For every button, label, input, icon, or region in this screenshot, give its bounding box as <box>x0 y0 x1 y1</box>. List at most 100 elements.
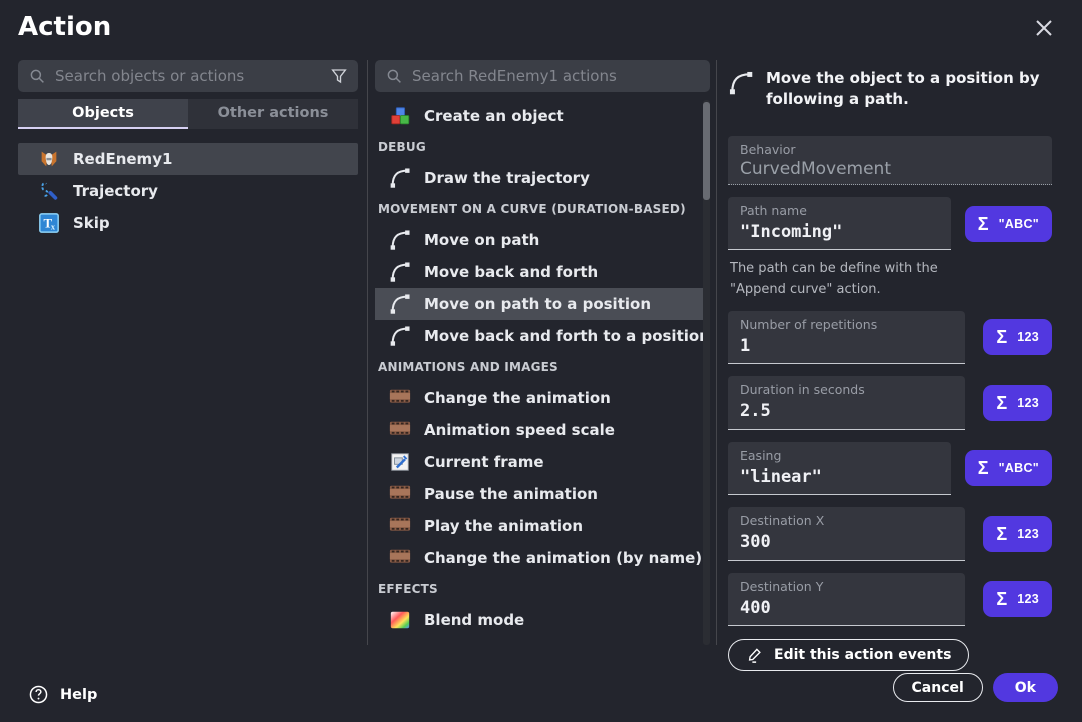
action-item-draw-the-trajectory[interactable]: Draw the trajectory <box>375 162 710 194</box>
film-strip-icon <box>389 547 411 569</box>
parameter-fields: BehaviorCurvedMovementPath name"Incoming… <box>728 136 1052 638</box>
expression-editor-button-duration-in-seconds[interactable]: Σ 123 <box>983 385 1052 421</box>
field-label: Path name <box>740 203 939 220</box>
expression-type-label: 123 <box>1017 396 1039 410</box>
filter-icon[interactable] <box>330 67 348 85</box>
film-strip-icon <box>389 483 411 505</box>
actions-panel: Create an object DEBUGDraw the trajectory… <box>375 60 710 645</box>
actions-search-input[interactable] <box>412 67 700 85</box>
action-item-pause-the-animation[interactable]: Pause the animation <box>375 478 710 510</box>
ok-button[interactable]: Ok <box>993 673 1058 702</box>
expression-editor-button-destination-x[interactable]: Σ 123 <box>983 516 1052 552</box>
object-item-label: RedEnemy1 <box>73 150 172 168</box>
expression-type-label: "ABC" <box>999 217 1039 231</box>
field-value: CurvedMovement <box>740 159 1040 179</box>
curve-icon <box>389 167 411 189</box>
frame-icon <box>389 451 411 473</box>
field-label: Destination Y <box>740 579 953 596</box>
duration-in-seconds-field[interactable]: Duration in seconds2.5 <box>728 376 965 430</box>
section-header-animations-and-images: ANIMATIONS AND IMAGES <box>375 352 710 382</box>
tab-other-actions[interactable]: Other actions <box>188 99 358 129</box>
object-item-label: Skip <box>73 214 110 232</box>
curve-icon <box>389 293 411 315</box>
scrollbar-track <box>703 100 710 645</box>
text-object-icon: Tx <box>38 212 60 234</box>
objects-search[interactable] <box>18 60 358 92</box>
action-item-change-the-animation[interactable]: Change the animation <box>375 382 710 414</box>
help-link[interactable]: Help <box>28 684 97 705</box>
action-item-move-back-and-forth[interactable]: Move back and forth <box>375 256 710 288</box>
expression-type-label: 123 <box>1017 330 1039 344</box>
action-list: Create an object DEBUGDraw the trajectory… <box>375 100 710 645</box>
object-item-redenemy1[interactable]: RedEnemy1 <box>18 143 358 175</box>
destination-y-field[interactable]: Destination Y400 <box>728 573 965 627</box>
cancel-button[interactable]: Cancel <box>893 673 983 702</box>
action-item-label: Current frame <box>424 453 544 471</box>
expression-editor-button-path-name[interactable]: Σ"ABC" <box>965 206 1052 242</box>
dialog-actions: Cancel Ok <box>893 673 1059 702</box>
path-name-field[interactable]: Path name"Incoming" <box>728 197 951 251</box>
field-value: "linear" <box>740 465 939 490</box>
action-item-move-on-path-to-a-position[interactable]: Move on path to a position <box>375 288 710 320</box>
action-item-label: Play the animation <box>424 517 583 535</box>
section-header-effects: EFFECTS <box>375 574 710 604</box>
sigma-icon: Σ <box>996 525 1007 543</box>
field-row-number-of-repetitions: Number of repetitions1 Σ 123 <box>728 311 1052 365</box>
sigma-icon: Σ <box>996 394 1007 412</box>
field-value: 300 <box>740 530 953 555</box>
destination-x-field[interactable]: Destination X300 <box>728 507 965 561</box>
action-item-label: Blend mode <box>424 611 524 629</box>
actions-search[interactable] <box>375 60 710 92</box>
close-icon[interactable] <box>1032 16 1056 40</box>
object-item-label: Trajectory <box>73 182 158 200</box>
action-item-label: Animation speed scale <box>424 421 615 439</box>
dialog-title: Action <box>18 12 111 42</box>
curve-icon <box>389 261 411 283</box>
sigma-icon: Σ <box>978 459 989 477</box>
action-item-move-on-path[interactable]: Move on path <box>375 224 710 256</box>
action-item-change-the-animation-by-name[interactable]: Change the animation (by name) <box>375 542 710 574</box>
action-item-blend-mode[interactable]: Blend mode <box>375 604 710 636</box>
search-icon <box>28 67 46 85</box>
field-value: 400 <box>740 596 953 621</box>
tab-objects[interactable]: Objects <box>18 99 188 129</box>
expression-type-label: "ABC" <box>999 461 1039 475</box>
action-item-label: Move on path to a position <box>424 295 651 313</box>
action-item-create-an-object[interactable]: Create an object <box>375 100 710 132</box>
field-label: Duration in seconds <box>740 382 953 399</box>
panel-divider <box>367 60 368 645</box>
object-item-trajectory[interactable]: Trajectory <box>18 175 358 207</box>
film-strip-icon <box>389 419 411 441</box>
field-label: Number of repetitions <box>740 317 953 334</box>
field-row-easing: Easing"linear" Σ "ABC" <box>728 442 1052 496</box>
section-header-debug: DEBUG <box>375 132 710 162</box>
objects-panel: Objects Other actions RedEnemy1 Trajector… <box>18 60 358 645</box>
action-item-move-back-and-forth-to-a-position[interactable]: Move back and forth to a position <box>375 320 710 352</box>
easing-field[interactable]: Easing"linear" <box>728 442 951 496</box>
action-item-animation-speed-scale[interactable]: Animation speed scale <box>375 414 710 446</box>
field-row-path-name: Path name"Incoming" Σ"ABC" <box>728 197 1052 251</box>
objects-search-input[interactable] <box>55 67 321 85</box>
section-header-movement-on-a-curve-duration-based: MOVEMENT ON A CURVE (DURATION-BASED) <box>375 194 710 224</box>
expression-type-label: 123 <box>1017 592 1039 606</box>
object-item-skip[interactable]: Tx Skip <box>18 207 358 239</box>
sigma-icon: Σ <box>996 328 1007 346</box>
field-helper-text: The path can be define with the "Append … <box>730 259 968 299</box>
expression-editor-button-easing[interactable]: Σ "ABC" <box>965 450 1052 486</box>
action-item-play-the-animation[interactable]: Play the animation <box>375 510 710 542</box>
search-icon <box>385 67 403 85</box>
blend-mode-icon <box>389 609 411 631</box>
number-of-repetitions-field[interactable]: Number of repetitions1 <box>728 311 965 365</box>
action-item-current-frame[interactable]: Current frame <box>375 446 710 478</box>
action-item-label: Create an object <box>424 107 564 125</box>
expression-type-label: 123 <box>1017 527 1039 541</box>
film-strip-icon <box>389 387 411 409</box>
field-value: 1 <box>740 334 953 359</box>
curve-icon <box>728 70 754 96</box>
expression-editor-button-number-of-repetitions[interactable]: Σ 123 <box>983 319 1052 355</box>
scrollbar-thumb[interactable] <box>703 102 710 200</box>
edit-action-events-button[interactable]: Edit this action events <box>728 639 969 671</box>
help-icon <box>28 684 49 705</box>
expression-editor-button-destination-y[interactable]: Σ123 <box>983 581 1052 617</box>
field-label: Easing <box>740 448 939 465</box>
